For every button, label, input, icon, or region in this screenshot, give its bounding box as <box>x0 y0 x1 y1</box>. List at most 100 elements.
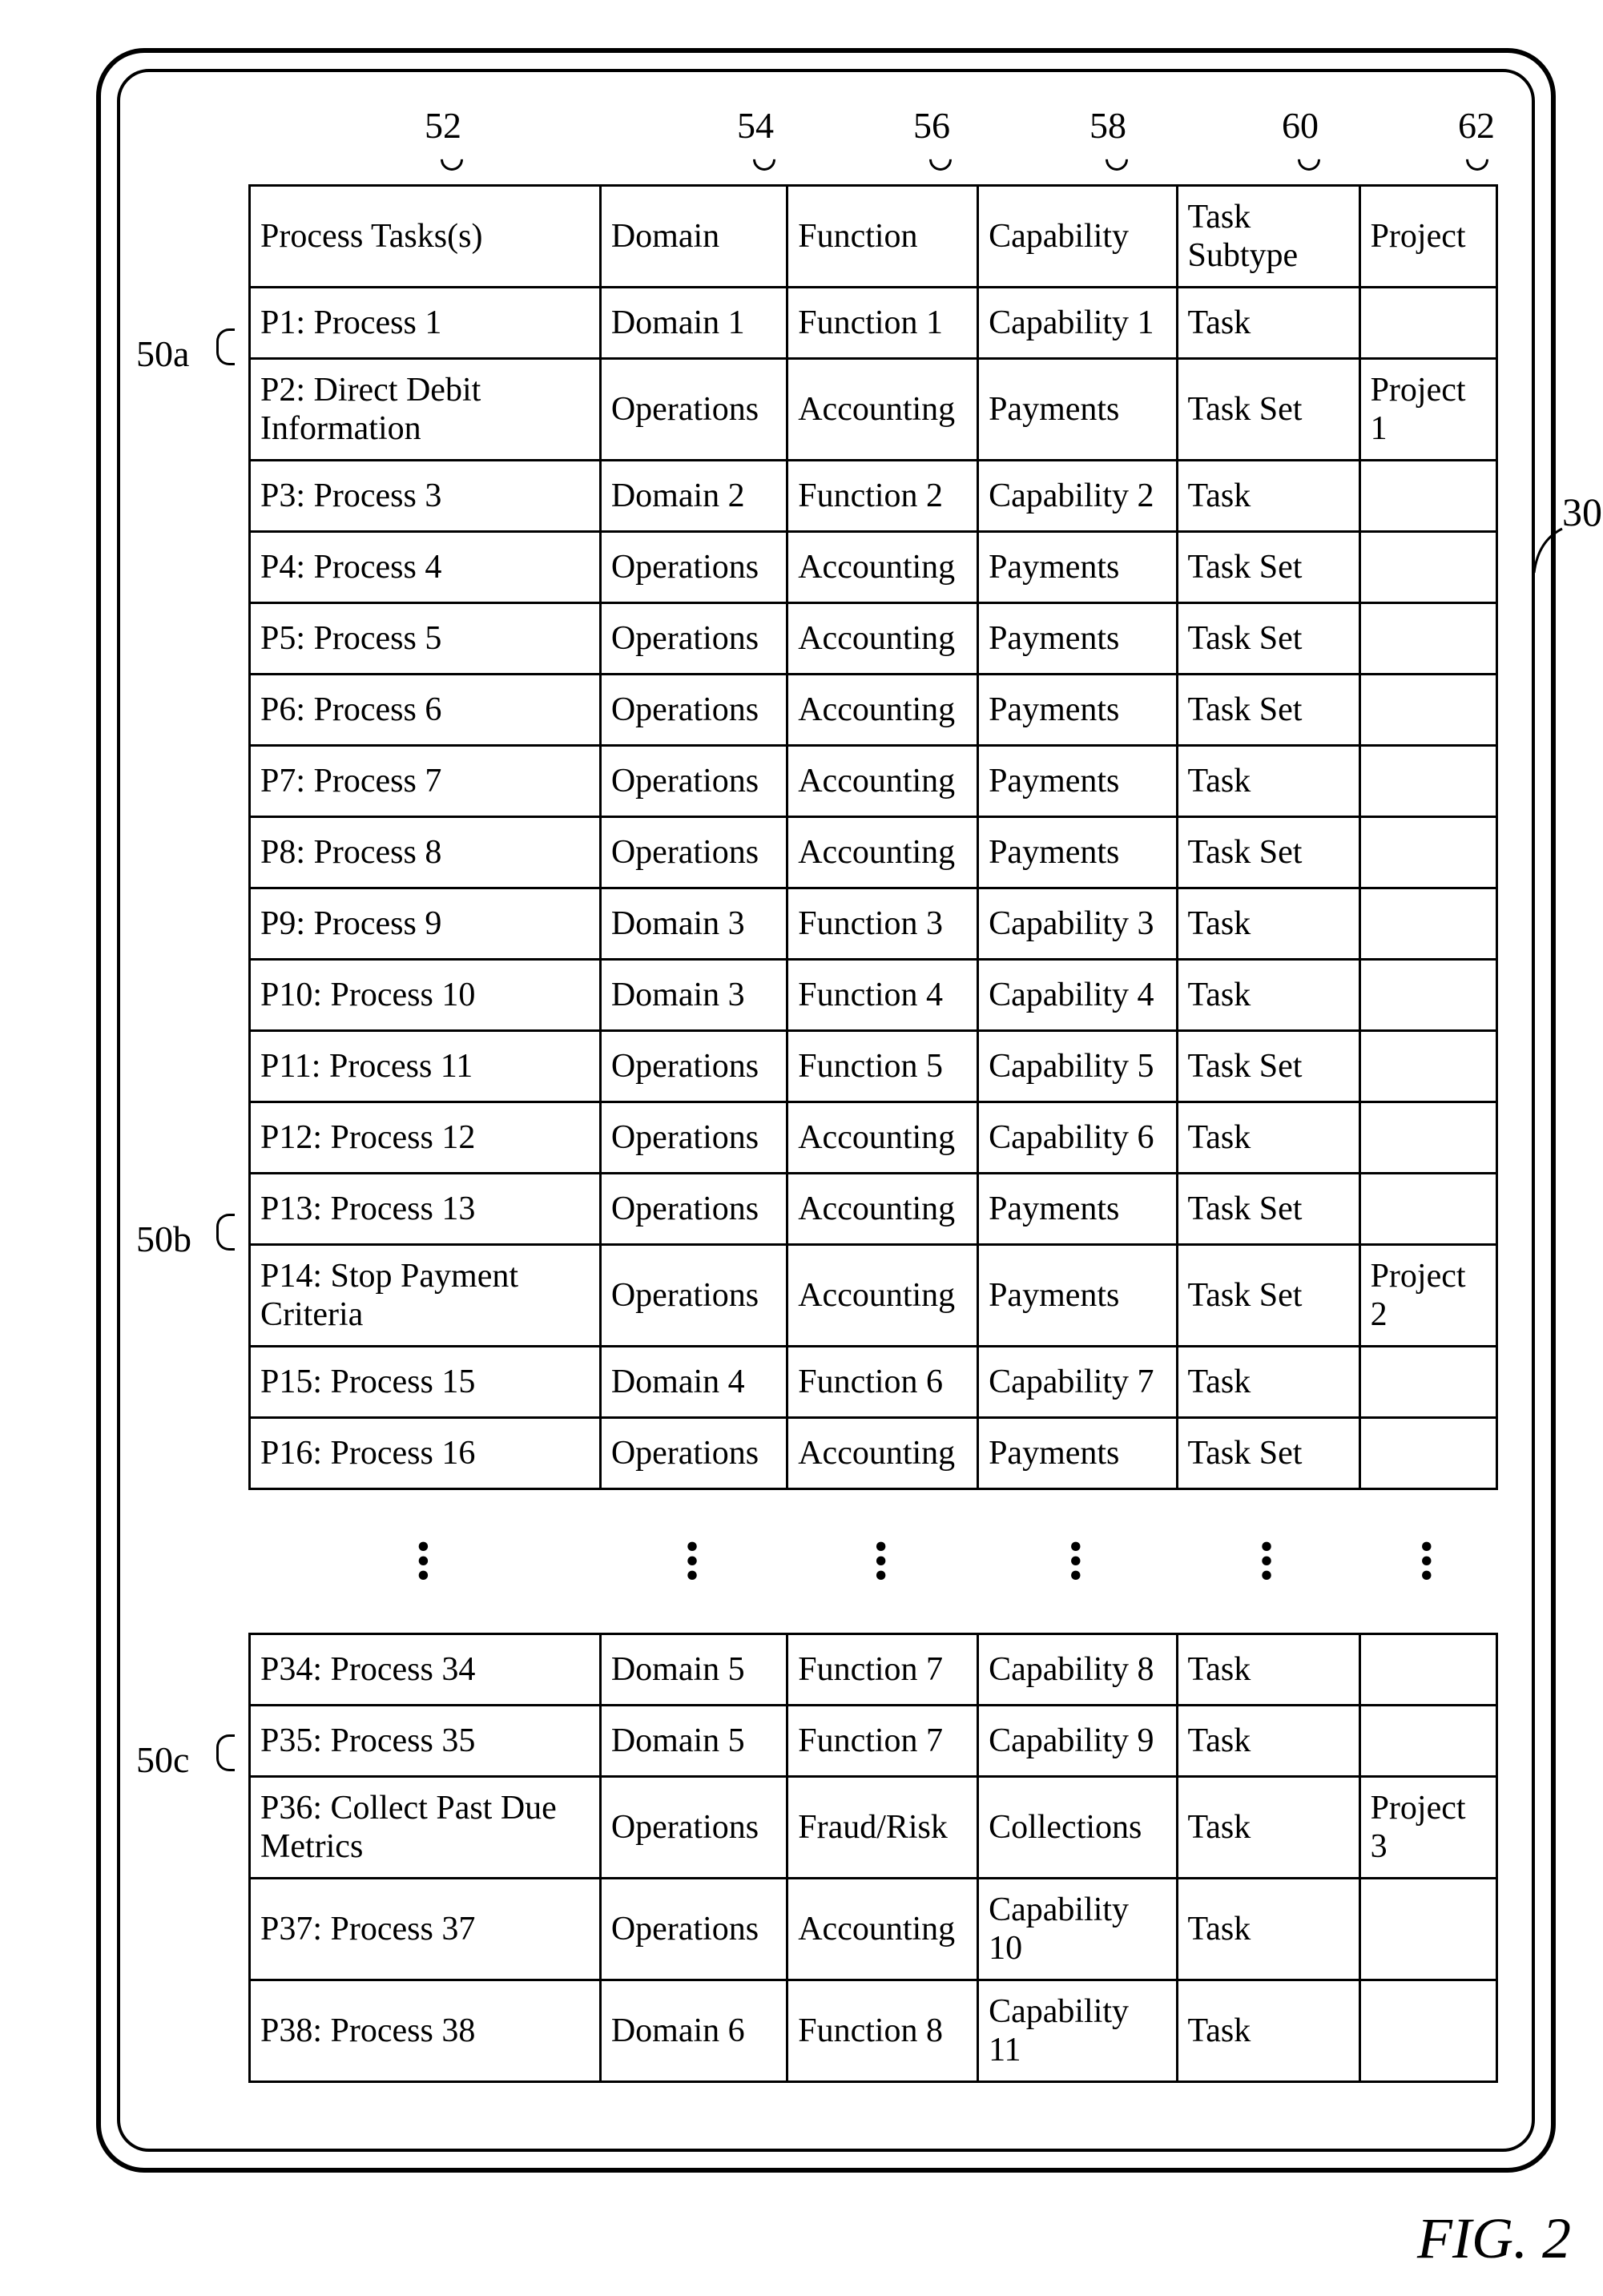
table-row: P35: Process 35Domain 5Function 7Capabil… <box>250 1706 1497 1777</box>
cell-process-task: P34: Process 34 <box>250 1634 601 1706</box>
cell-domain: Domain 5 <box>600 1706 787 1777</box>
cell-domain: Operations <box>600 1777 787 1879</box>
cell-task-subtype: Task Set <box>1177 1418 1359 1489</box>
table-row: P11: Process 11OperationsFunction 5Capab… <box>250 1031 1497 1102</box>
cell-domain: Operations <box>600 359 787 461</box>
cell-domain: Operations <box>600 746 787 817</box>
table-row: P2: Direct Debit InformationOperationsAc… <box>250 359 1497 461</box>
cell-process-task: P37: Process 37 <box>250 1879 601 1980</box>
leader-60 <box>1293 143 1325 175</box>
cell-function: Function 5 <box>787 1031 978 1102</box>
cell-project <box>1359 1634 1496 1706</box>
cell-function: Accounting <box>787 603 978 675</box>
table-row: P38: Process 38Domain 6Function 8Capabil… <box>250 1980 1497 2082</box>
cell-capability: Payments <box>978 1174 1177 1245</box>
cell-function: Function 2 <box>787 461 978 532</box>
callout-50a: 50a <box>136 332 189 375</box>
cell-function: Function 1 <box>787 288 978 359</box>
cell-domain: Operations <box>600 1879 787 1980</box>
cell-task-subtype: Task Set <box>1177 603 1359 675</box>
cell-process-task: P16: Process 16 <box>250 1418 601 1489</box>
cell-domain: Domain 5 <box>600 1634 787 1706</box>
cell-domain: Operations <box>600 603 787 675</box>
cell-project <box>1359 675 1496 746</box>
cell-capability: Payments <box>978 603 1177 675</box>
cell-domain: Operations <box>600 1245 787 1347</box>
cell-capability: Capability 2 <box>978 461 1177 532</box>
cell-process-task: P7: Process 7 <box>250 746 601 817</box>
table-row: P36: Collect Past Due MetricsOperationsF… <box>250 1777 1497 1879</box>
cell-function: Accounting <box>787 1879 978 1980</box>
leader-54 <box>748 143 780 175</box>
cell-task-subtype: Task <box>1177 1634 1359 1706</box>
header-project: Project <box>1359 186 1496 288</box>
leader-50c <box>216 1734 235 1771</box>
header-process-tasks: Process Tasks(s) <box>250 186 601 288</box>
cell-process-task: P13: Process 13 <box>250 1174 601 1245</box>
cell-capability: Payments <box>978 359 1177 461</box>
cell-task-subtype: Task <box>1177 960 1359 1031</box>
cell-project <box>1359 746 1496 817</box>
cell-task-subtype: Task <box>1177 1879 1359 1980</box>
cell-function: Accounting <box>787 1245 978 1347</box>
callout-52: 52 <box>425 104 461 147</box>
cell-function: Accounting <box>787 746 978 817</box>
cell-process-task: P36: Collect Past Due Metrics <box>250 1777 601 1879</box>
cell-task-subtype: Task <box>1177 1980 1359 2082</box>
cell-task-subtype: Task Set <box>1177 359 1359 461</box>
cell-task-subtype: Task Set <box>1177 1174 1359 1245</box>
cell-function: Accounting <box>787 1102 978 1174</box>
cell-process-task: P12: Process 12 <box>250 1102 601 1174</box>
table-row: P1: Process 1Domain 1Function 1Capabilit… <box>250 288 1497 359</box>
cell-process-task: P3: Process 3 <box>250 461 601 532</box>
cell-domain: Operations <box>600 1102 787 1174</box>
table-row: P6: Process 6OperationsAccountingPayment… <box>250 675 1497 746</box>
cell-project <box>1359 1174 1496 1245</box>
device-frame-inner: 52 54 56 58 60 62 50a 50b 50c <box>117 69 1535 2152</box>
ellipsis-cell: ••• <box>1359 1489 1496 1634</box>
cell-capability: Capability 10 <box>978 1879 1177 1980</box>
leader-30 <box>1530 525 1578 581</box>
table-row: •••••••••••••••••• <box>250 1489 1497 1634</box>
cell-domain: Domain 3 <box>600 960 787 1031</box>
cell-capability: Payments <box>978 532 1177 603</box>
cell-capability: Capability 6 <box>978 1102 1177 1174</box>
cell-project <box>1359 1706 1496 1777</box>
table-row: P3: Process 3Domain 2Function 2Capabilit… <box>250 461 1497 532</box>
callout-58: 58 <box>1089 104 1126 147</box>
process-tasks-table: Process Tasks(s) Domain Function Capabil… <box>248 184 1498 2083</box>
cell-domain: Domain 1 <box>600 288 787 359</box>
cell-process-task: P15: Process 15 <box>250 1347 601 1418</box>
leader-56 <box>924 143 957 175</box>
header-function: Function <box>787 186 978 288</box>
cell-domain: Operations <box>600 817 787 888</box>
cell-task-subtype: Task Set <box>1177 1245 1359 1347</box>
cell-capability: Payments <box>978 746 1177 817</box>
cell-task-subtype: Task <box>1177 746 1359 817</box>
table-body: P1: Process 1Domain 1Function 1Capabilit… <box>250 288 1497 2082</box>
ellipsis-cell: ••• <box>1177 1489 1359 1634</box>
callout-50c: 50c <box>136 1738 189 1781</box>
figure-caption: FIG. 2 <box>1417 2205 1571 2272</box>
cell-task-subtype: Task <box>1177 888 1359 960</box>
cell-task-subtype: Task Set <box>1177 675 1359 746</box>
table-row: P34: Process 34Domain 5Function 7Capabil… <box>250 1634 1497 1706</box>
cell-project <box>1359 1879 1496 1980</box>
cell-function: Accounting <box>787 817 978 888</box>
cell-capability: Capability 1 <box>978 288 1177 359</box>
cell-capability: Payments <box>978 817 1177 888</box>
cell-task-subtype: Task <box>1177 461 1359 532</box>
leader-52 <box>436 143 468 175</box>
cell-capability: Payments <box>978 1245 1177 1347</box>
cell-task-subtype: Task <box>1177 1102 1359 1174</box>
cell-project <box>1359 461 1496 532</box>
cell-function: Fraud/Risk <box>787 1777 978 1879</box>
table-row: P15: Process 15Domain 4Function 6Capabil… <box>250 1347 1497 1418</box>
table-row: P14: Stop Payment CriteriaOperationsAcco… <box>250 1245 1497 1347</box>
cell-capability: Capability 11 <box>978 1980 1177 2082</box>
cell-capability: Capability 5 <box>978 1031 1177 1102</box>
header-domain: Domain <box>600 186 787 288</box>
table-row: P9: Process 9Domain 3Function 3Capabilit… <box>250 888 1497 960</box>
cell-capability: Collections <box>978 1777 1177 1879</box>
cell-project <box>1359 603 1496 675</box>
